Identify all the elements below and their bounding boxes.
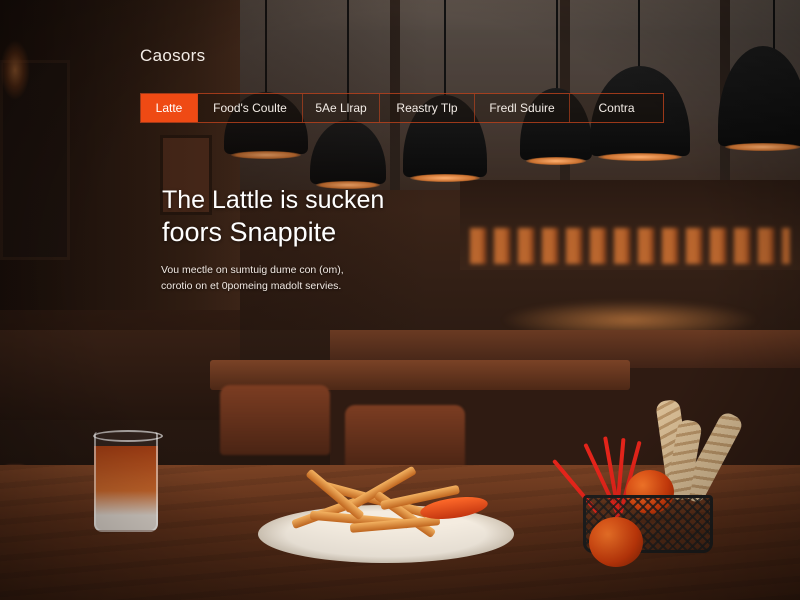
brand-logo[interactable]: Caosors <box>140 46 205 66</box>
vignette <box>0 0 800 600</box>
nav-item-fredl-sduire[interactable]: Fredl Sduire <box>475 94 570 122</box>
hero-description: Vou mectle on sumtuig dume con (om), cor… <box>161 262 421 294</box>
nav-item-reastry-tlp[interactable]: Reastry Tlp <box>380 94 475 122</box>
headline-line-2: foors Snappite <box>162 217 337 247</box>
description-line-1: Vou mectle on sumtuig dume con (om), <box>161 264 344 276</box>
nav-item-contra[interactable]: Contra <box>570 94 663 122</box>
hero-headline: The Lattle is sucken foors Snappite <box>162 184 492 248</box>
headline-line-1: The Lattle is sucken <box>162 186 385 214</box>
background-photo <box>0 0 800 600</box>
description-line-2: corotio on et 0pomeing madolt servies. <box>161 280 342 292</box>
main-nav: Latte Food's Coulte 5Ae Llrap Reastry Tl… <box>140 93 664 123</box>
nav-item-5ae-llrap[interactable]: 5Ae Llrap <box>303 94 380 122</box>
nav-item-latte[interactable]: Latte <box>141 94 198 122</box>
nav-item-foods-coulte[interactable]: Food's Coulte <box>198 94 303 122</box>
